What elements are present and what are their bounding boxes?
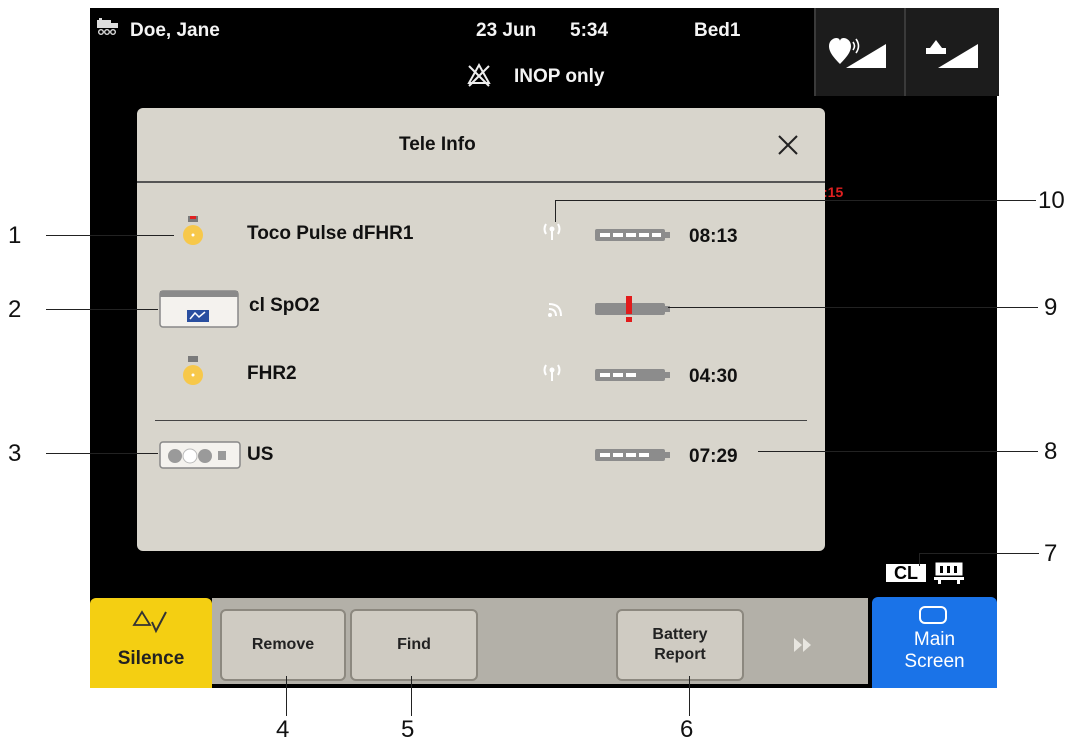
device-label: cl SpO2 [249, 295, 320, 316]
alarm-off-icon [466, 62, 492, 88]
main-screen-button[interactable]: Main Screen [872, 597, 997, 688]
callout-number: 7 [1044, 540, 1058, 567]
wireless-signal-icon [547, 300, 567, 318]
silence-button[interactable]: Silence [90, 598, 212, 688]
device-label: Toco Pulse dFHR1 [247, 223, 414, 244]
main-screen-label: Main Screen [904, 629, 965, 672]
callout-number: 1 [8, 222, 22, 249]
remove-button[interactable]: Remove [220, 609, 346, 681]
network-status-icon [932, 561, 968, 585]
heart-volume-icon [829, 38, 886, 68]
silence-label: Silence [117, 648, 185, 669]
more-keys-arrow-icon[interactable] [790, 635, 818, 655]
alarm-acknowledge-icon [132, 610, 167, 634]
callout-number: 10 [1038, 187, 1065, 214]
telemetry-signal-icon [539, 361, 565, 383]
spo2-module-icon [159, 290, 239, 328]
callout-leader [46, 309, 158, 310]
battery-time: 08:13 [689, 226, 738, 247]
date-label: 23 Jun [476, 20, 537, 41]
device-label: FHR2 [247, 363, 297, 384]
alarm-volume-button[interactable] [814, 8, 906, 96]
dialog-title: Tele Info [399, 134, 476, 155]
battery-indicator [595, 448, 671, 462]
patient-category-icon [96, 18, 120, 38]
callout-leader [46, 453, 158, 454]
bed-label: Bed1 [694, 20, 741, 41]
title-divider [137, 181, 825, 183]
us-module-icon [159, 441, 241, 469]
callout-number: 6 [680, 716, 694, 743]
callout-number: 4 [276, 716, 290, 743]
callout-leader [286, 676, 287, 716]
battery-indicator [595, 296, 671, 322]
callout-number: 8 [1044, 438, 1058, 465]
main-screen-icon [919, 606, 947, 624]
brightness-icon [926, 40, 978, 68]
close-icon[interactable] [777, 134, 799, 156]
battery-time: 04:30 [689, 366, 738, 387]
device-label: US [247, 444, 274, 465]
find-button[interactable]: Find [350, 609, 478, 681]
time-label: 5:34 [570, 20, 609, 41]
callout-number: 5 [401, 716, 415, 743]
telemetry-signal-icon [539, 220, 565, 242]
callout-leader [919, 553, 1039, 554]
callout-number: 9 [1044, 294, 1058, 321]
battery-report-button[interactable]: Battery Report [616, 609, 744, 681]
battery-indicator [595, 368, 671, 382]
alarm-status: INOP only [514, 66, 605, 87]
callout-number: 2 [8, 296, 22, 323]
section-divider [155, 420, 807, 421]
patient-name[interactable]: Doe, Jane [130, 20, 220, 42]
cl-indicator: CL [884, 562, 928, 584]
battery-time: 07:29 [689, 446, 738, 467]
callout-leader [758, 451, 1038, 452]
callout-leader [919, 553, 920, 566]
callout-leader [668, 307, 1038, 308]
callout-leader [689, 676, 690, 716]
callout-leader [46, 235, 174, 236]
hidden-numeric-fragment: :15 [823, 184, 844, 200]
callout-leader [411, 676, 412, 716]
transducer-icon [181, 356, 205, 388]
brightness-button[interactable] [904, 8, 999, 96]
tele-info-dialog: Tele Info Toco Pulse dFHR1 08:13 cl SpO2… [137, 108, 825, 551]
battery-indicator [595, 228, 670, 241]
transducer-icon [181, 216, 205, 248]
callout-number: 3 [8, 440, 22, 467]
callout-leader [555, 200, 556, 222]
callout-leader [555, 200, 1036, 201]
